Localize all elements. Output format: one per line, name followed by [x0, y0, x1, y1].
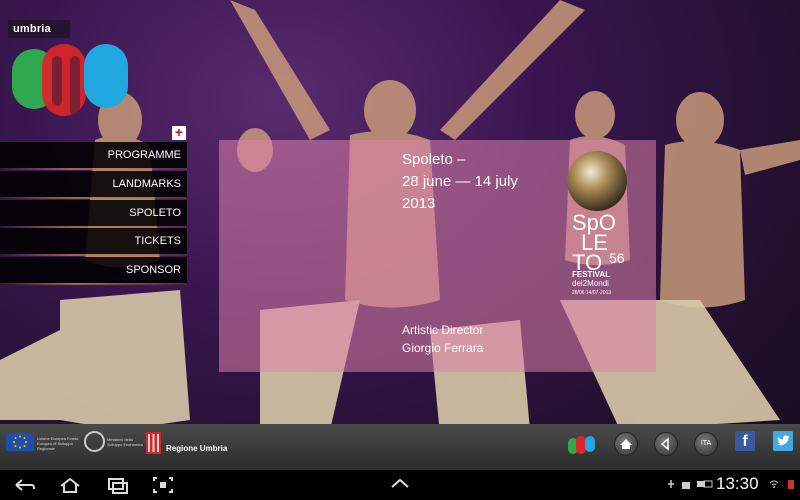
sponsor-footer — [0, 424, 800, 470]
menu-item-sponsor[interactable]: SPONSOR — [0, 257, 187, 286]
main-menu: PROGRAMME LANDMARKS SPOLETO TICKETS SPON… — [0, 142, 187, 286]
usb-icon — [668, 480, 674, 488]
home-nav-icon[interactable] — [58, 476, 82, 494]
event-dates: 28 june — 14 july — [402, 173, 518, 190]
umbria-mini-logo-icon[interactable] — [568, 432, 596, 456]
chevron-up-icon[interactable] — [389, 476, 411, 490]
regione-umbria-label: Regione Umbria — [166, 444, 228, 453]
festival-logo: SpO LE TO 56 FESTIVAL dei2Mondi 28/06 14… — [567, 151, 627, 296]
back-arrow-icon — [660, 437, 669, 451]
regione-umbria-emblem-icon — [146, 432, 161, 454]
expand-menu-button[interactable]: + — [172, 125, 186, 140]
festival-word: FESTIVAL — [572, 270, 610, 279]
event-year: 2013 — [402, 195, 436, 212]
event-title-line1: Spoleto – — [402, 151, 466, 168]
facebook-button[interactable]: f — [735, 431, 755, 451]
director-label: Artistic Director — [402, 323, 484, 337]
back-nav-icon[interactable] — [12, 476, 36, 494]
image-icon — [703, 480, 713, 488]
festival-dates: 28/06 14/07·2013 — [572, 290, 611, 296]
home-icon — [620, 439, 632, 449]
menu-item-spoleto[interactable]: SPOLETO — [0, 199, 187, 228]
back-button[interactable] — [654, 432, 678, 456]
menu-item-tickets[interactable]: TICKETS — [0, 228, 187, 257]
festival-subtitle: dei2Mondi — [572, 279, 609, 288]
battery-icon — [788, 480, 794, 489]
menu-item-programme[interactable]: PROGRAMME — [0, 142, 187, 170]
golden-sphere-icon — [567, 151, 627, 211]
menu-item-landmarks[interactable]: LANDMARKS — [0, 170, 187, 199]
shopping-bag-icon — [682, 482, 690, 489]
italian-republic-emblem-icon — [84, 431, 105, 452]
director-name: Giorgio Ferrara — [402, 341, 484, 355]
screenshot-icon[interactable] — [152, 476, 174, 494]
home-button[interactable] — [614, 432, 638, 456]
language-button[interactable]: ITA — [694, 432, 718, 456]
clock: 13:30 — [716, 474, 759, 493]
eu-flag-icon — [6, 433, 34, 451]
recent-apps-icon[interactable] — [106, 476, 130, 494]
artistic-director: Artistic Director Giorgio Ferrara — [402, 321, 483, 357]
event-info-panel: Spoleto – 28 june — 14 july 2013 SpO LE … — [219, 140, 656, 372]
brand-text: umbria — [13, 23, 51, 35]
eu-fund-text: Unione Europea Fondo Europeo di Sviluppo… — [37, 436, 79, 451]
festival-number: 56 — [609, 250, 625, 266]
umbria-logo[interactable] — [12, 44, 130, 119]
event-title: Spoleto – 28 june — 14 july 2013 — [402, 149, 582, 215]
ministry-text: Ministero dello Sviluppo Economico — [107, 437, 144, 447]
wifi-icon — [769, 480, 779, 488]
twitter-icon[interactable] — [773, 431, 793, 451]
umbria-brand-label: umbria — [8, 20, 70, 38]
